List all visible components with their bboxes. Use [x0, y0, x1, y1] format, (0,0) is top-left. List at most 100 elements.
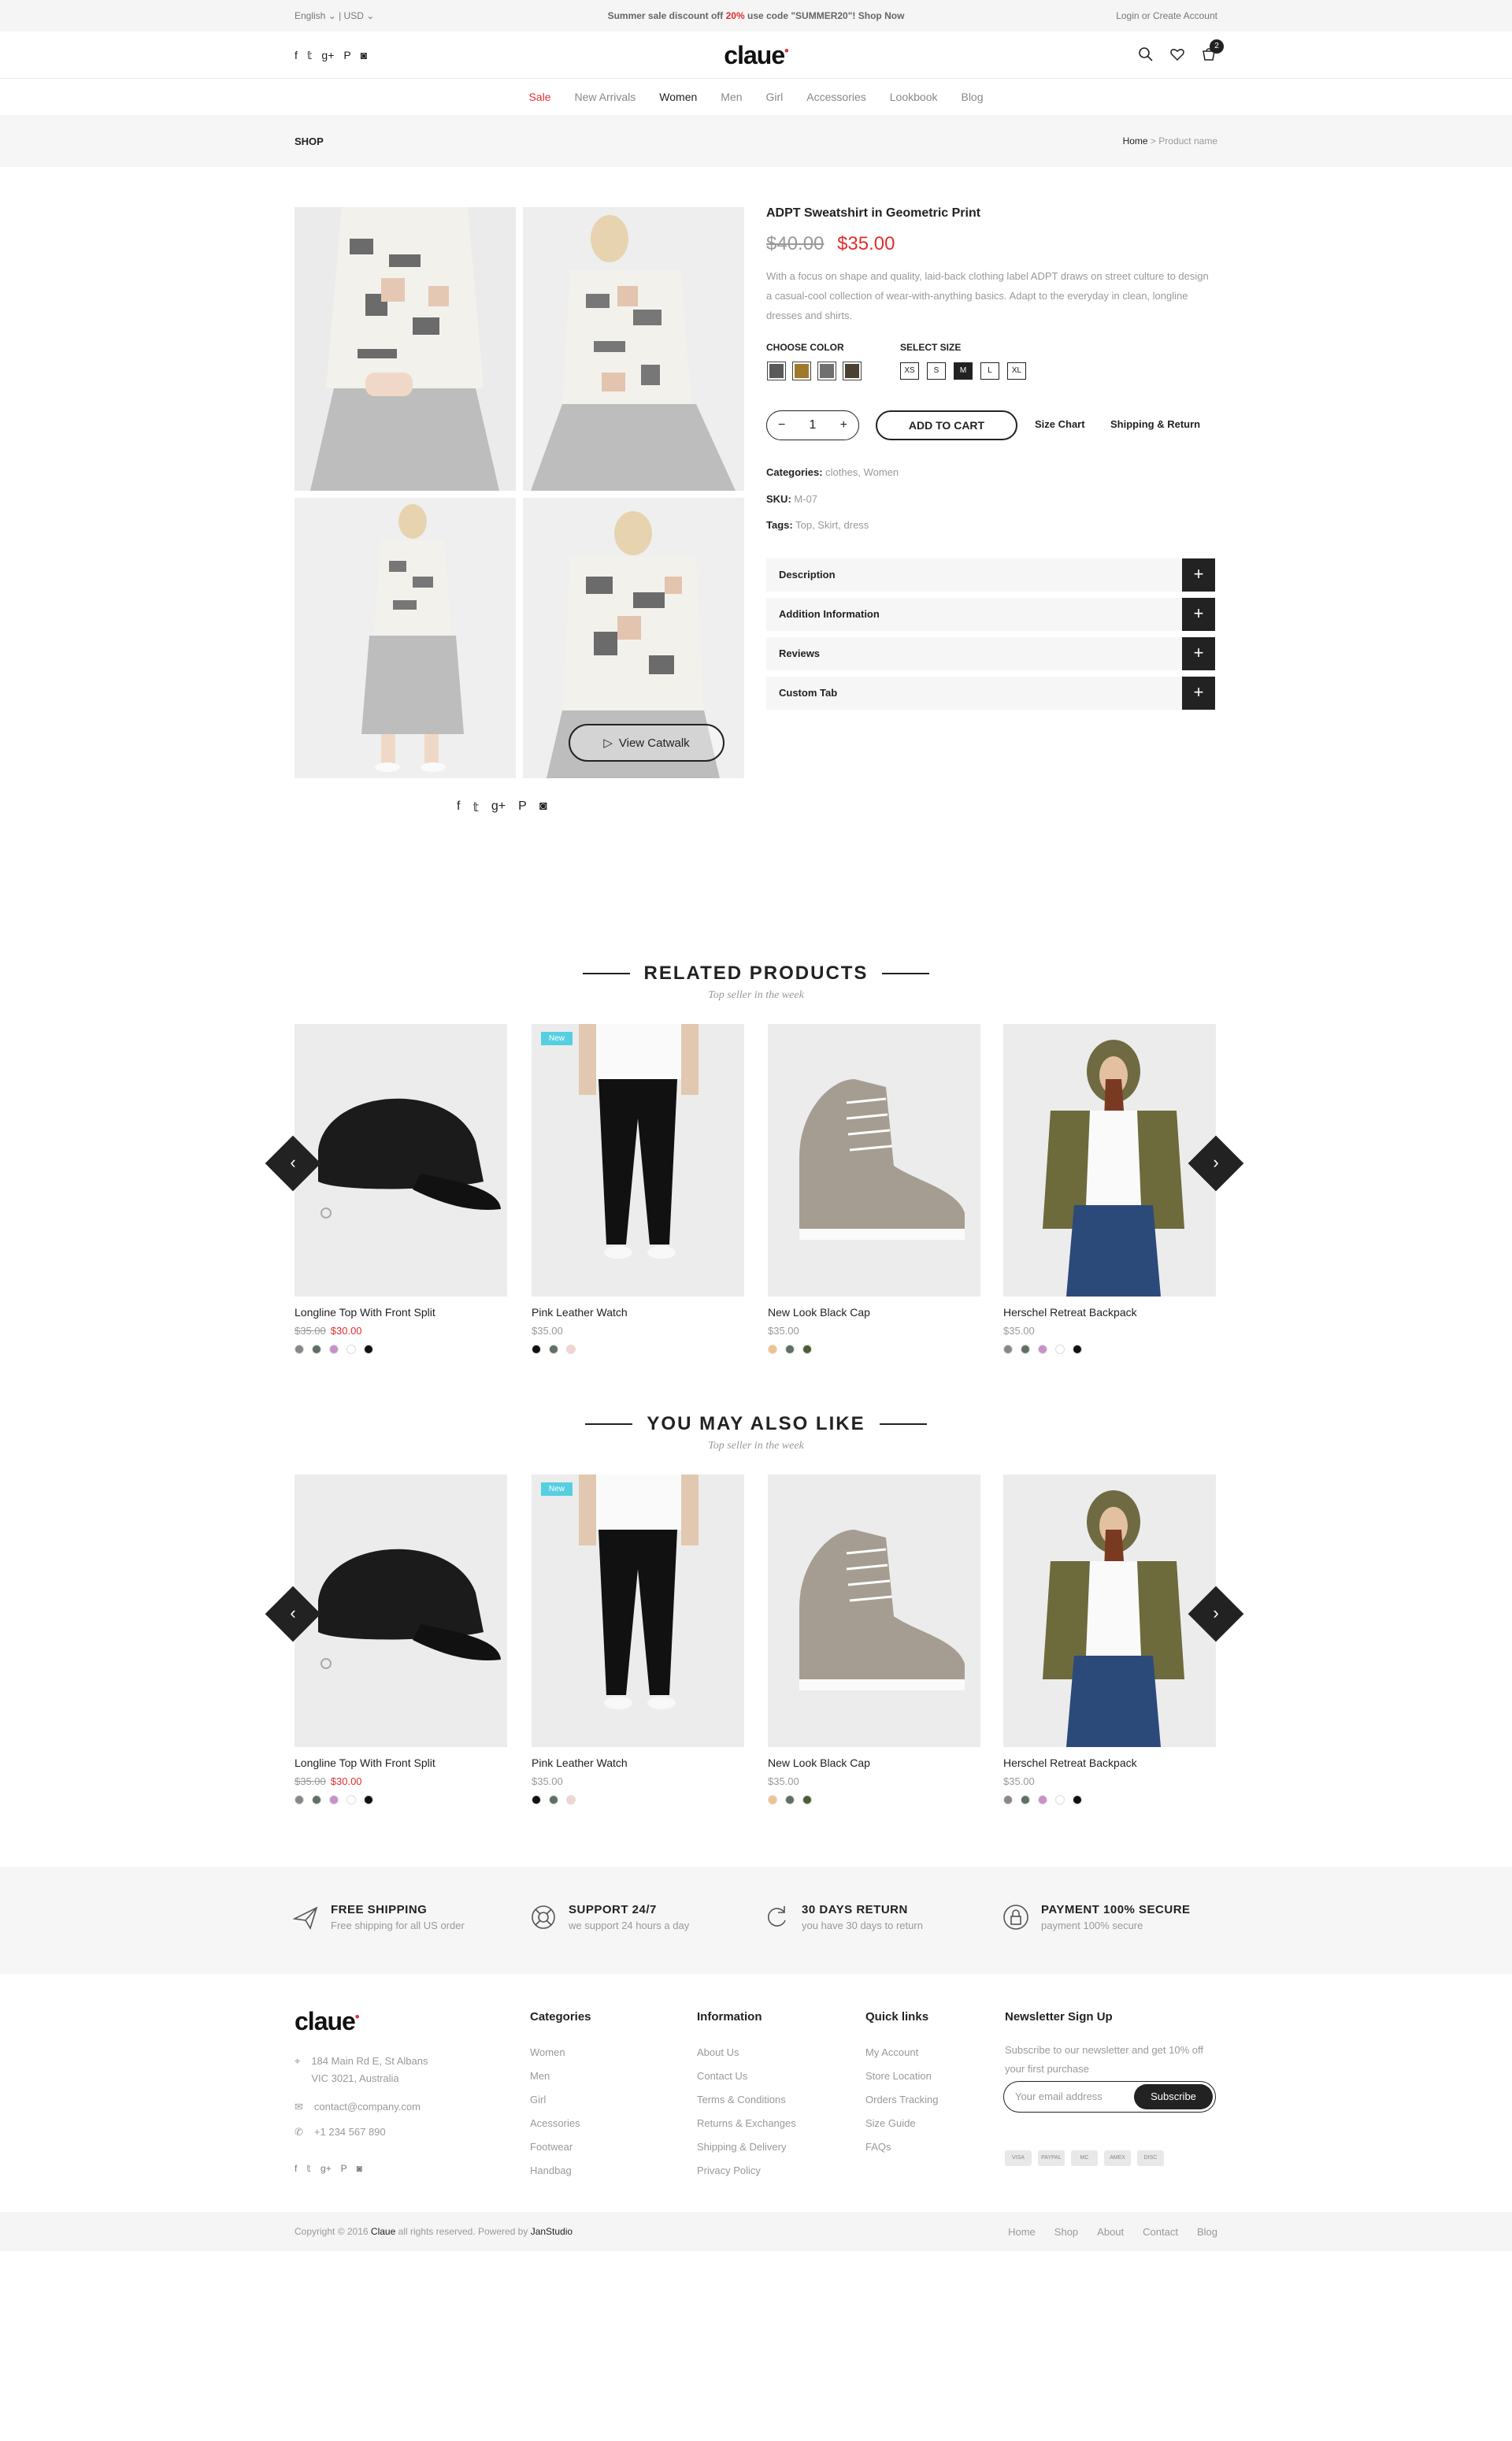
footer-link[interactable]: Shipping & Delivery	[697, 2135, 796, 2159]
product-card-name[interactable]: Pink Leather Watch	[532, 1757, 744, 1769]
color-dot[interactable]	[1003, 1795, 1013, 1805]
color-dot[interactable]	[346, 1795, 356, 1805]
promo-code-text[interactable]: use code "SUMMER20"! Shop Now	[747, 10, 904, 21]
tab-addition-information[interactable]: Addition Information +	[766, 598, 1215, 631]
expand-plus-icon[interactable]: +	[1182, 637, 1215, 670]
product-card[interactable]: New Look Black Cap $35.00	[768, 1024, 980, 1354]
footer-link[interactable]: Orders Tracking	[865, 2088, 938, 2112]
nav-item-blog[interactable]: Blog	[961, 91, 983, 103]
footer-link-contact[interactable]: Contact	[1143, 2226, 1178, 2238]
color-swatch[interactable]	[767, 362, 786, 380]
color-dot[interactable]	[549, 1345, 558, 1354]
tab-description[interactable]: Description +	[766, 558, 1215, 592]
color-dot[interactable]	[768, 1795, 777, 1805]
nav-item-men[interactable]: Men	[721, 91, 742, 103]
login-link[interactable]: Login	[1116, 10, 1139, 21]
color-dot[interactable]	[295, 1795, 304, 1805]
product-image-2[interactable]	[523, 207, 744, 491]
product-card-image[interactable]: New	[532, 1024, 744, 1297]
product-card-image[interactable]	[295, 1475, 507, 1747]
tags-value[interactable]: Top, Skirt, dress	[795, 519, 869, 531]
instagram-icon[interactable]: ◙	[357, 2160, 362, 2177]
color-swatch[interactable]	[817, 362, 836, 380]
product-card[interactable]: Herschel Retreat Backpack $35.00	[1003, 1024, 1216, 1354]
twitter-icon[interactable]: 𝕥	[306, 2160, 311, 2177]
nav-item-girl[interactable]: Girl	[766, 91, 784, 103]
product-card[interactable]: New Look Black Cap $35.00	[768, 1475, 980, 1805]
subscribe-button[interactable]: Subscribe	[1134, 2084, 1213, 2109]
size-option-m[interactable]: M	[954, 362, 973, 380]
view-catwalk-button[interactable]: ▷ View Catwalk	[569, 724, 724, 762]
footer-link[interactable]: Women	[530, 2041, 591, 2064]
color-swatch[interactable]	[843, 362, 862, 380]
powered-by-link[interactable]: JanStudio	[531, 2226, 573, 2237]
carousel-prev-button[interactable]: ‹	[265, 1586, 321, 1642]
footer-logo[interactable]: claue•	[295, 2007, 359, 2036]
tab-reviews[interactable]: Reviews +	[766, 637, 1215, 670]
color-swatch[interactable]	[792, 362, 811, 380]
add-to-cart-button[interactable]: ADD TO CART	[876, 410, 1017, 440]
size-option-xl[interactable]: XL	[1007, 362, 1026, 380]
product-card-image[interactable]	[1003, 1475, 1216, 1747]
qty-decrease-button[interactable]: −	[778, 418, 785, 432]
product-card[interactable]: New Pink Leather Watch $35.00	[532, 1024, 744, 1354]
footer-link[interactable]: Men	[530, 2064, 591, 2088]
color-dot[interactable]	[295, 1345, 304, 1354]
color-dot[interactable]	[1003, 1345, 1013, 1354]
categories-value[interactable]: clothes, Women	[825, 466, 899, 478]
footer-link-blog[interactable]: Blog	[1197, 2226, 1217, 2238]
cart-icon[interactable]: 2	[1200, 39, 1224, 63]
product-card-image[interactable]: New	[532, 1475, 744, 1747]
size-option-s[interactable]: S	[927, 362, 946, 380]
product-card-image[interactable]	[768, 1024, 980, 1297]
product-card-name[interactable]: Herschel Retreat Backpack	[1003, 1306, 1216, 1319]
color-dot[interactable]	[1073, 1345, 1082, 1354]
product-card[interactable]: Longline Top With Front Split $35.00 $30.0…	[295, 1024, 507, 1354]
product-card-name[interactable]: Longline Top With Front Split	[295, 1306, 507, 1319]
color-dot[interactable]	[1038, 1345, 1047, 1354]
product-card-image[interactable]	[768, 1475, 980, 1747]
nav-item-accessories[interactable]: Accessories	[806, 91, 865, 103]
color-dot[interactable]	[312, 1795, 321, 1805]
size-chart-link[interactable]: Size Chart	[1035, 418, 1085, 430]
search-icon[interactable]	[1137, 46, 1154, 63]
nav-item-lookbook[interactable]: Lookbook	[890, 91, 938, 103]
product-image-3[interactable]	[295, 498, 516, 778]
carousel-prev-button[interactable]: ‹	[265, 1135, 321, 1192]
footer-link[interactable]: Store Location	[865, 2064, 938, 2088]
color-dot[interactable]	[785, 1795, 795, 1805]
promo-banner[interactable]: Summer sale discount off 20% use code "S…	[0, 10, 1512, 21]
color-dot[interactable]	[1055, 1345, 1065, 1354]
footer-link[interactable]: Privacy Policy	[697, 2159, 796, 2183]
footer-link[interactable]: Handbag	[530, 2159, 591, 2183]
newsletter-email-input[interactable]: Your email address	[1015, 2090, 1102, 2102]
color-dot[interactable]	[346, 1345, 356, 1354]
color-dot[interactable]	[1021, 1345, 1030, 1354]
footer-link[interactable]: FAQs	[865, 2135, 938, 2159]
nav-item-women[interactable]: Women	[659, 91, 697, 103]
color-dot[interactable]	[785, 1345, 795, 1354]
footer-link[interactable]: Girl	[530, 2088, 591, 2112]
shipping-return-link[interactable]: Shipping & Return	[1110, 418, 1200, 430]
color-dot[interactable]	[802, 1345, 812, 1354]
color-dot[interactable]	[364, 1345, 373, 1354]
wishlist-heart-icon[interactable]	[1169, 46, 1186, 63]
color-dot[interactable]	[566, 1345, 576, 1354]
facebook-icon[interactable]: f	[295, 2160, 297, 2177]
color-dot[interactable]	[1073, 1795, 1082, 1805]
expand-plus-icon[interactable]: +	[1182, 598, 1215, 631]
carousel-next-button[interactable]: ›	[1188, 1135, 1244, 1192]
footer-link[interactable]: Contact Us	[697, 2064, 796, 2088]
product-card[interactable]: Herschel Retreat Backpack $35.00	[1003, 1475, 1216, 1805]
product-card-image[interactable]	[1003, 1024, 1216, 1297]
size-option-l[interactable]: L	[980, 362, 999, 380]
product-card-name[interactable]: Longline Top With Front Split	[295, 1757, 507, 1769]
product-card-name[interactable]: Herschel Retreat Backpack	[1003, 1757, 1216, 1769]
nav-item-sale[interactable]: Sale	[528, 91, 550, 103]
footer-link[interactable]: Terms & Conditions	[697, 2088, 796, 2112]
color-dot[interactable]	[329, 1345, 339, 1354]
color-dot[interactable]	[549, 1795, 558, 1805]
breadcrumb-home-link[interactable]: Home	[1123, 135, 1148, 147]
brand-link[interactable]: Claue	[371, 2226, 395, 2237]
color-dot[interactable]	[566, 1795, 576, 1805]
